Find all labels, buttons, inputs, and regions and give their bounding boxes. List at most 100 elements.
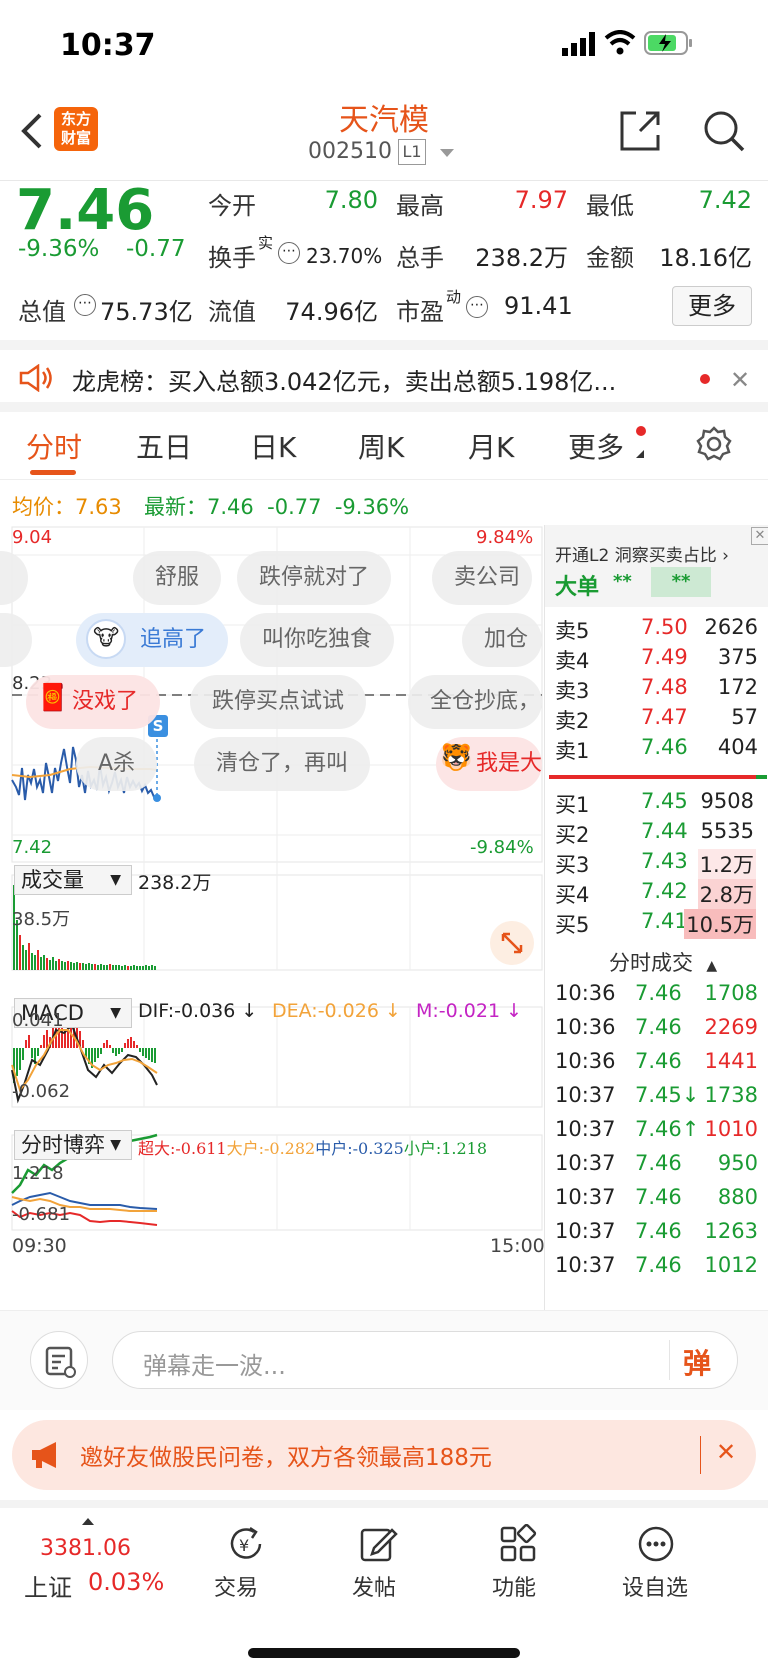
buy-row-1[interactable]: 买1 7.45 9508 [545, 789, 760, 821]
sell-orders: 卖5 7.50 2626 卖4 7.49 375 卖3 7.48 172 卖2 7.47 57 … [545, 613, 768, 773]
mcap-value: 75.73亿 [100, 298, 193, 326]
danmaku-bubble: 全仓抄底， [408, 675, 542, 729]
tick-trades-title[interactable]: 分时成交 ▲ [609, 947, 717, 977]
expand-up-icon[interactable] [82, 1518, 94, 1525]
info-icon[interactable]: ⋯ [74, 294, 96, 316]
tab-more[interactable]: 更多 [568, 426, 624, 466]
volume-total: 238.2万 [138, 872, 212, 894]
buy-row-3[interactable]: 买3 7.43 1.2万 [545, 849, 760, 881]
big-order-mask: ** [613, 571, 632, 592]
open-label: 今开 [208, 192, 256, 220]
avatar: 🐮 [86, 619, 126, 659]
mcap-label: 总值 [18, 298, 66, 326]
low-value: 7.42 [698, 186, 752, 214]
trade-icon[interactable]: ¥ [226, 1524, 266, 1564]
more-options-icon[interactable] [636, 1524, 676, 1564]
intraday-chart[interactable]: 9.04 9.84% 8.23 7.42 -9.84% S 舒服 跌停就对了 卖… [0, 525, 768, 1310]
sell-row-5[interactable]: 卖5 7.50 2626 [545, 615, 760, 647]
dragon-tiger-bar[interactable]: 龙虎榜：买入总额3.042亿元，卖出总额5.198亿... ✕ [0, 340, 768, 412]
tab-weekly-k[interactable]: 周K [358, 426, 404, 466]
float-value: 74.96亿 [285, 298, 378, 326]
function-icon[interactable] [498, 1523, 538, 1564]
nav-add-watchlist[interactable]: 设自选 [622, 1570, 688, 1602]
tab-monthly-k[interactable]: 月K [468, 426, 514, 466]
index-value[interactable]: 3381.06 [40, 1536, 131, 1561]
back-icon[interactable] [16, 111, 46, 151]
turnover-value: 23.70% [306, 244, 383, 268]
l2-text: 开通L2 洞察买卖占比 › [555, 546, 729, 566]
amount-value: 18.16亿 [659, 244, 752, 272]
tick-row: 10:37 7.46 950 [555, 1151, 758, 1175]
sell-row-4[interactable]: 卖4 7.49 375 [545, 645, 760, 677]
quote-panel: 7.46 -9.36% -0.77 总值 ⋯ 75.73亿 今开 7.80 最高… [0, 178, 768, 340]
search-icon[interactable] [702, 109, 746, 153]
danmaku-bubble: 卖公司 [432, 551, 532, 605]
chart-tabs: 分时 五日 日K 周K 月K 更多 [0, 412, 768, 480]
bottom-area: 弹幕走一波... 弹 邀好友做股民问卷，双方各领最高188元 ✕ 3381.06… [0, 1310, 768, 1663]
buy-row-2[interactable]: 买2 7.44 5535 [545, 819, 760, 851]
low-label: 最低 [586, 192, 634, 220]
y-min-label: 7.42 [12, 837, 53, 858]
nav-trade[interactable]: 交易 [214, 1570, 258, 1602]
open-value: 7.80 [324, 186, 378, 214]
more-button[interactable]: 更多 [672, 286, 752, 326]
expand-icon[interactable] [490, 921, 534, 965]
sell-row-3[interactable]: 卖3 7.48 172 [545, 675, 760, 707]
share-icon[interactable] [618, 109, 662, 153]
turnover-label: 换手 [208, 244, 256, 272]
info-icon[interactable]: ⋯ [466, 296, 488, 318]
game-values: 超大:-0.611大户:-0.282中户:-0.325小户:1.218 [138, 1139, 488, 1158]
y-min-pct-label: -9.84% [470, 837, 534, 858]
post-icon[interactable] [358, 1524, 398, 1564]
nav-function[interactable]: 功能 [492, 1570, 536, 1602]
danmaku-bubble: 跌停就对了 [237, 551, 392, 605]
index-name[interactable]: 上证 [24, 1568, 72, 1603]
index-pct[interactable]: 0.03% [88, 1568, 164, 1596]
info-icon[interactable]: ⋯ [278, 242, 300, 264]
tab-daily-k[interactable]: 日K [250, 426, 296, 466]
settings-icon[interactable] [696, 426, 732, 462]
tick-row: 10:37 7.46↑ 1010 [555, 1117, 758, 1141]
high-label: 最高 [396, 192, 444, 220]
sell-row-2[interactable]: 卖2 7.47 57 [545, 705, 760, 737]
volume-indicator-select[interactable]: 成交量 ▼ [14, 865, 132, 895]
volume-label: 总手 [396, 244, 444, 272]
amount-label: 金额 [586, 244, 634, 272]
send-danmaku-button[interactable]: 弹 [683, 1342, 711, 1382]
code-dropdown-icon[interactable] [440, 149, 454, 157]
danmaku-bubble: 叫你吃独食 [240, 613, 395, 667]
danmaku-settings-icon[interactable] [30, 1331, 88, 1389]
float-label: 流值 [208, 298, 256, 326]
clock: 10:37 [60, 28, 156, 63]
promo-text: 邀好友做股民问卷，双方各领最高188元 [80, 1445, 492, 1471]
megaphone-icon [30, 1440, 62, 1470]
close-icon[interactable]: ✕ [730, 366, 750, 394]
tab-five-day[interactable]: 五日 [136, 426, 192, 466]
tick-row: 10:37 7.46 1012 [555, 1253, 758, 1277]
sell-row-1[interactable]: 卖1 7.46 404 [545, 735, 760, 767]
pe-label: 市盈 [396, 298, 444, 326]
tick-row: 10:37 7.46 1263 [555, 1219, 758, 1243]
y-max-pct-label: 9.84% [476, 527, 534, 548]
change-value: -0.77 [126, 236, 186, 262]
danmaku-input[interactable]: 弹幕走一波... 弹 [112, 1331, 738, 1389]
comment-bar: 弹幕走一波... 弹 [0, 1310, 768, 1410]
pe-sup: 动 [446, 288, 462, 306]
tick-row: 10:36 7.46 2269 [555, 1015, 758, 1039]
wifi-icon [604, 30, 636, 56]
y-max-label: 9.04 [12, 527, 53, 548]
game-top-label: 1.218 [12, 1163, 64, 1184]
buy-row-5[interactable]: 买5 7.41 10.5万 [545, 909, 760, 941]
volume-max-label: 38.5万 [12, 909, 71, 930]
game-indicator-select[interactable]: 分时博弈 ▼ [14, 1130, 132, 1160]
buy-row-4[interactable]: 买4 7.42 2.8万 [545, 879, 760, 911]
tick-row: 10:36 7.46 1441 [555, 1049, 758, 1073]
tab-intraday[interactable]: 分时 [26, 426, 82, 466]
nav-post[interactable]: 发帖 [352, 1570, 396, 1602]
close-icon[interactable]: ✕ [716, 1438, 736, 1466]
tick-row: 10:37 7.45↓ 1738 [555, 1083, 758, 1107]
promo-banner[interactable]: 邀好友做股民问卷，双方各领最高188元 ✕ [12, 1420, 756, 1490]
l2-promo[interactable]: 开通L2 洞察买卖占比 › ✕ 大单 ** ** [545, 525, 768, 607]
last-info: 最新：7.46 -0.77 -9.36% [144, 495, 410, 519]
close-icon[interactable]: ✕ [751, 527, 768, 545]
